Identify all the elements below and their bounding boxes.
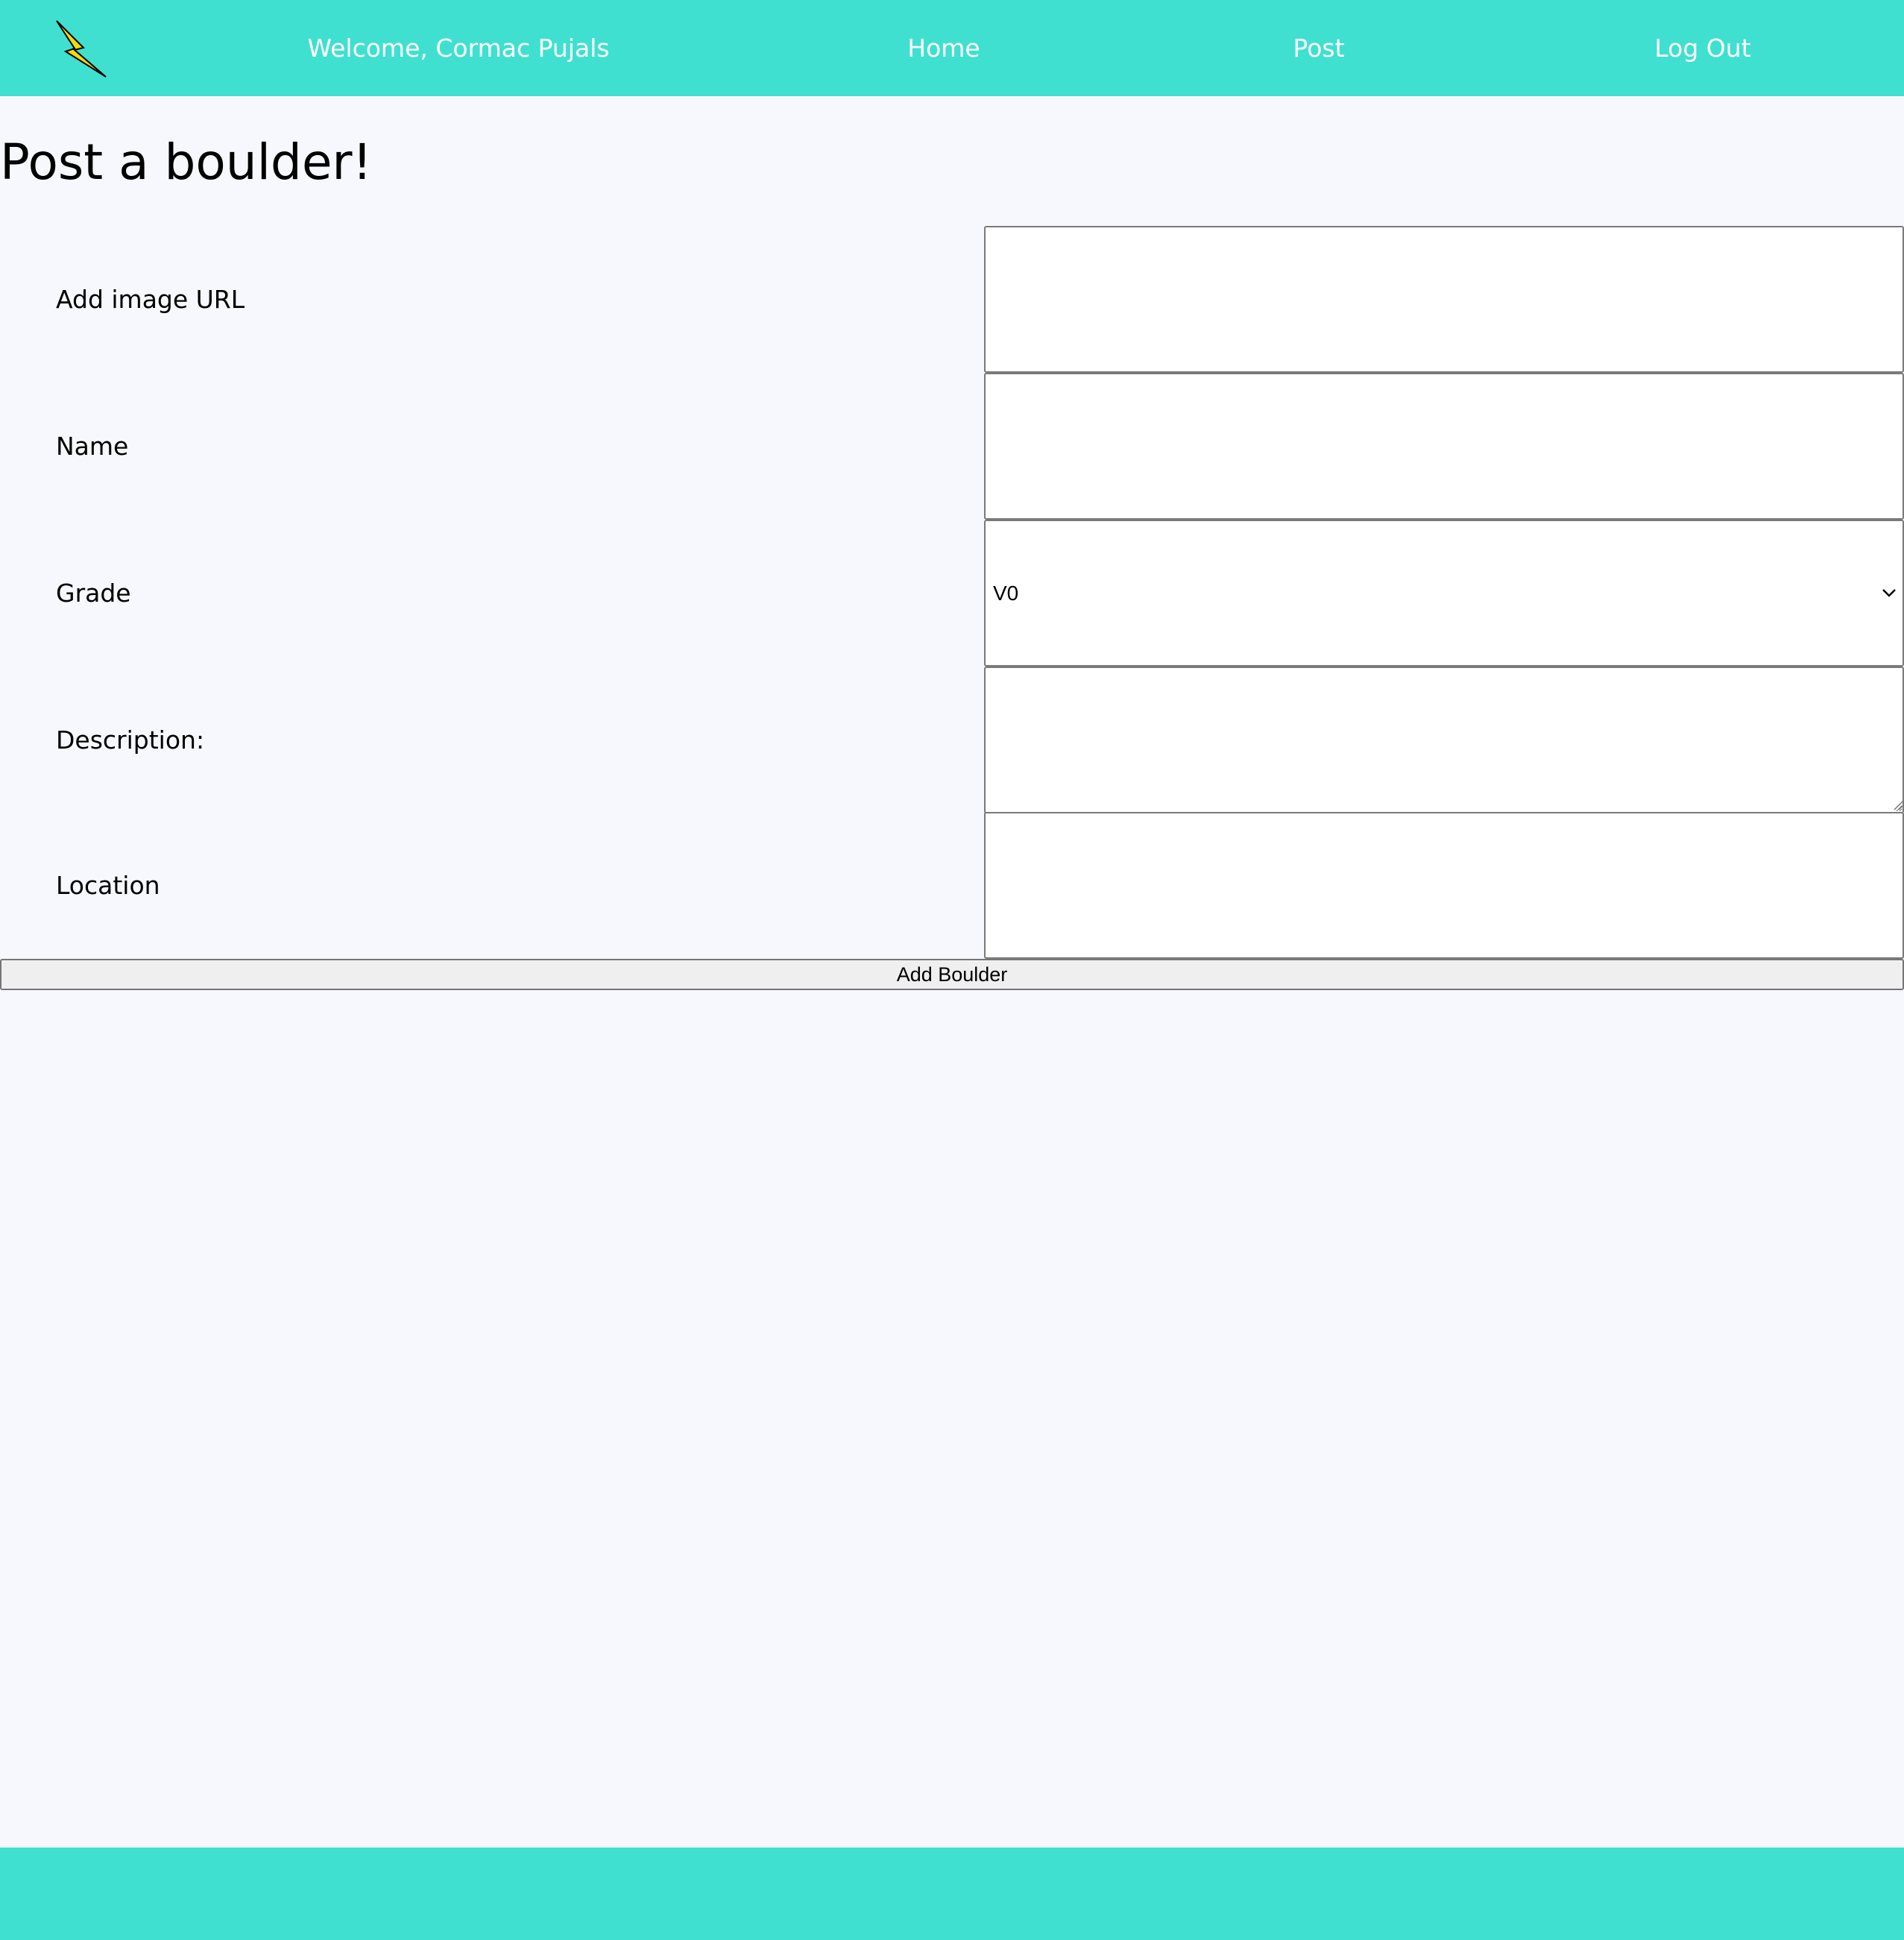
description-textarea[interactable] [984,667,1904,813]
add-boulder-button[interactable]: Add Boulder [0,959,1904,990]
footer [0,1848,1904,1940]
location-input[interactable] [984,812,1904,959]
description-row: Description: [0,667,1904,813]
description-label: Description: [56,725,205,755]
chevron-down-icon [1880,587,1898,599]
nav-link-post[interactable]: Post [1293,0,1344,96]
name-row: Name [0,373,1904,520]
image-url-row: Add image URL [0,226,1904,373]
name-label: Name [56,432,129,461]
name-input[interactable] [984,373,1904,520]
grade-row: Grade V0 [0,520,1904,667]
image-url-input[interactable] [984,226,1904,373]
lightning-bolt-icon[interactable] [54,19,107,78]
welcome-text: Welcome, Cormac Pujals [307,34,610,63]
grade-selected-value: V0 [993,582,1019,605]
grade-label: Grade [56,579,131,608]
nav-link-logout[interactable]: Log Out [1654,0,1750,96]
navbar: Welcome, Cormac Pujals Home Post Log Out [0,0,1904,96]
grade-select[interactable]: V0 [984,520,1904,667]
image-url-label: Add image URL [56,285,245,314]
location-row: Location [0,812,1904,959]
page-title: Post a boulder! [0,133,373,191]
nav-link-home[interactable]: Home [907,0,980,96]
location-label: Location [56,871,160,900]
